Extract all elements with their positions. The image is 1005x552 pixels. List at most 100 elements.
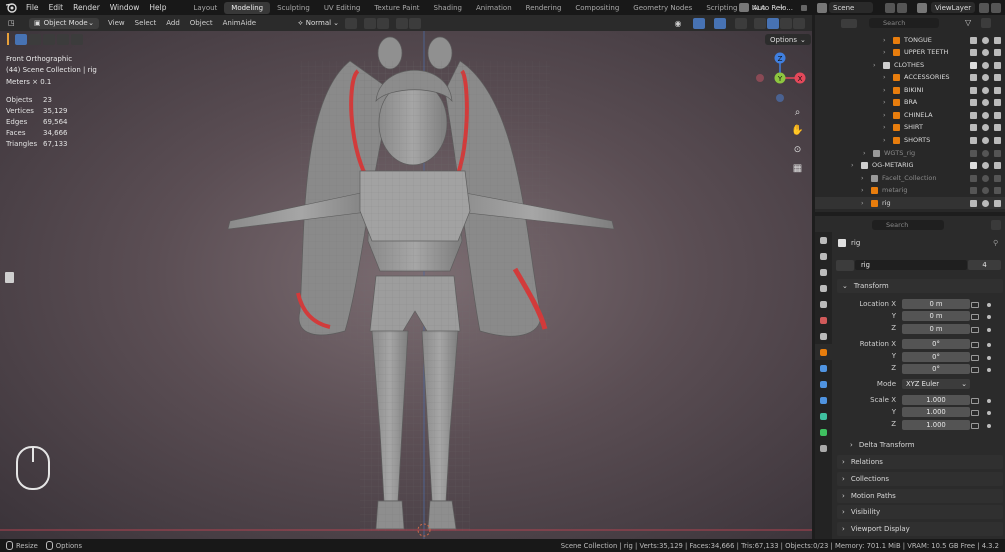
3d-viewport[interactable] [0, 31, 812, 539]
gizmo-toggle-icon[interactable] [693, 17, 705, 29]
pan-hand-icon[interactable]: ✋ [790, 123, 805, 138]
rotation-z-field[interactable]: 0° [902, 364, 970, 374]
expand-chevron-icon[interactable]: › [863, 149, 866, 157]
pin-object-icon[interactable]: ⚲ [993, 239, 998, 247]
eye-icon[interactable] [982, 48, 989, 56]
collection-tab-icon[interactable] [815, 328, 832, 344]
display-mode-icon[interactable] [841, 19, 857, 28]
expand-chevron-icon[interactable]: › [883, 123, 886, 131]
pivot-icon[interactable] [345, 17, 358, 29]
expand-chevron-icon[interactable]: › [851, 161, 854, 169]
outliner-row-accessories[interactable]: › ACCESSORIES [815, 71, 1005, 83]
tab-shading[interactable]: Shading [427, 2, 469, 14]
select-extend-icon[interactable] [29, 33, 41, 45]
viewlayer-selector[interactable]: ViewLayer [931, 2, 975, 13]
blender-logo-icon[interactable] [4, 2, 18, 14]
eye-icon[interactable] [982, 174, 989, 182]
reload-icon[interactable] [738, 3, 749, 12]
checkbox-icon[interactable] [970, 199, 977, 207]
lock-icon[interactable] [971, 398, 979, 404]
falloff-icon[interactable] [409, 17, 422, 29]
expand-chevron-icon[interactable]: › [883, 73, 886, 81]
xray-icon[interactable] [735, 17, 747, 29]
options-button[interactable]: Options ⌄ [765, 34, 811, 45]
viewport-menu-view[interactable]: View [103, 19, 130, 27]
viewport-menu-animaide[interactable]: AnimAide [218, 19, 261, 27]
checkbox-icon[interactable] [970, 123, 977, 131]
object-name-field[interactable]: rig [855, 260, 967, 270]
checkbox-icon[interactable] [970, 86, 977, 94]
location-z-field[interactable]: 0 m [902, 324, 970, 334]
tab-modeling[interactable]: Modeling [224, 1, 271, 14]
viewport-menu-select[interactable]: Select [130, 19, 162, 27]
expand-chevron-icon[interactable]: › [861, 174, 864, 182]
outliner-row-clothes[interactable]: › CLOTHES [815, 59, 1005, 71]
keyframe-dot-icon[interactable] [987, 303, 991, 307]
delete-scene-icon[interactable] [897, 2, 907, 13]
viewport-menu-add[interactable]: Add [161, 19, 185, 27]
texture-tab-icon[interactable] [815, 440, 832, 456]
outliner-row-shorts[interactable]: › SHORTS [815, 134, 1005, 146]
outliner-row-og-metarig[interactable]: › OG-METARIG [815, 159, 1005, 171]
select-subtract-icon[interactable] [43, 33, 55, 45]
outliner-row-upper-teeth[interactable]: › UPPER TEETH [815, 46, 1005, 58]
mode-selector[interactable]: ▣ Object Mode ⌄ [29, 17, 99, 29]
camera-icon[interactable] [994, 86, 1001, 94]
checkbox-icon[interactable] [970, 136, 977, 144]
eye-icon[interactable] [982, 111, 989, 119]
menu-render[interactable]: Render [68, 3, 105, 12]
rotation-mode-select[interactable]: XYZ Euler ⌄ [902, 379, 970, 389]
checkbox-icon[interactable] [970, 186, 977, 194]
checkbox-icon[interactable] [970, 174, 977, 182]
transform-panel-header[interactable]: ⌄ Transform [837, 279, 1003, 293]
outliner-search[interactable]: Search [869, 18, 939, 28]
location-y-field[interactable]: 0 m [902, 311, 970, 321]
tab-uv-editing[interactable]: UV Editing [317, 2, 368, 14]
wireframe-shading-icon[interactable] [754, 17, 766, 29]
select-invert-icon[interactable] [57, 33, 69, 45]
keyframe-dot-icon[interactable] [987, 424, 991, 428]
menu-edit[interactable]: Edit [44, 3, 69, 12]
checkbox-icon[interactable] [970, 73, 977, 81]
camera-icon[interactable] [994, 61, 1001, 69]
panel-visibility[interactable]: › Visibility [837, 505, 1003, 520]
location-x-field[interactable]: 0 m [902, 299, 970, 309]
checkbox-icon[interactable] [970, 61, 977, 69]
modifier-tab-icon[interactable] [815, 360, 832, 376]
expand-chevron-icon[interactable]: › [861, 186, 864, 194]
keyframe-dot-icon[interactable] [987, 399, 991, 403]
select-new-icon[interactable] [15, 33, 27, 45]
eye-icon[interactable] [982, 98, 989, 106]
rotation-y-field[interactable]: 0° [902, 352, 970, 362]
properties-search[interactable]: Search [872, 220, 944, 230]
checkbox-icon[interactable] [970, 149, 977, 157]
camera-icon[interactable] [994, 174, 1001, 182]
character-model[interactable] [0, 31, 812, 539]
outliner-row-facelt-collection[interactable]: › Facelt_Collection [815, 172, 1005, 184]
outliner-row-shirt[interactable]: › SHIRT [815, 121, 1005, 133]
lock-icon[interactable] [971, 367, 979, 373]
select-intersect-icon[interactable] [71, 33, 83, 45]
lock-icon[interactable] [971, 342, 979, 348]
tab-rendering[interactable]: Rendering [519, 2, 569, 14]
keyframe-dot-icon[interactable] [987, 368, 991, 372]
menu-file[interactable]: File [21, 3, 44, 12]
overlay-toggle-icon[interactable] [714, 17, 726, 29]
expand-chevron-icon[interactable]: › [861, 199, 864, 207]
tab-animation[interactable]: Animation [469, 2, 519, 14]
orientation-selector[interactable]: ⟡ Normal ⌄ [293, 18, 341, 29]
eye-icon[interactable] [982, 199, 989, 207]
physics-tab-icon[interactable] [815, 392, 832, 408]
navigation-gizmo[interactable]: Z X Y [752, 50, 810, 106]
user-count[interactable]: 4 [968, 260, 1001, 270]
expand-chevron-icon[interactable]: › [883, 86, 886, 94]
camera-icon[interactable] [994, 123, 1001, 131]
tab-layout[interactable]: Layout [186, 2, 224, 14]
scale-z-field[interactable]: 1.000 [902, 420, 970, 430]
keyframe-dot-icon[interactable] [987, 411, 991, 415]
checkbox-icon[interactable] [970, 161, 977, 169]
object-tab-icon[interactable] [815, 344, 832, 360]
scale-x-field[interactable]: 1.000 [902, 395, 970, 405]
camera-icon[interactable] [994, 149, 1001, 157]
eye-icon[interactable] [982, 136, 989, 144]
